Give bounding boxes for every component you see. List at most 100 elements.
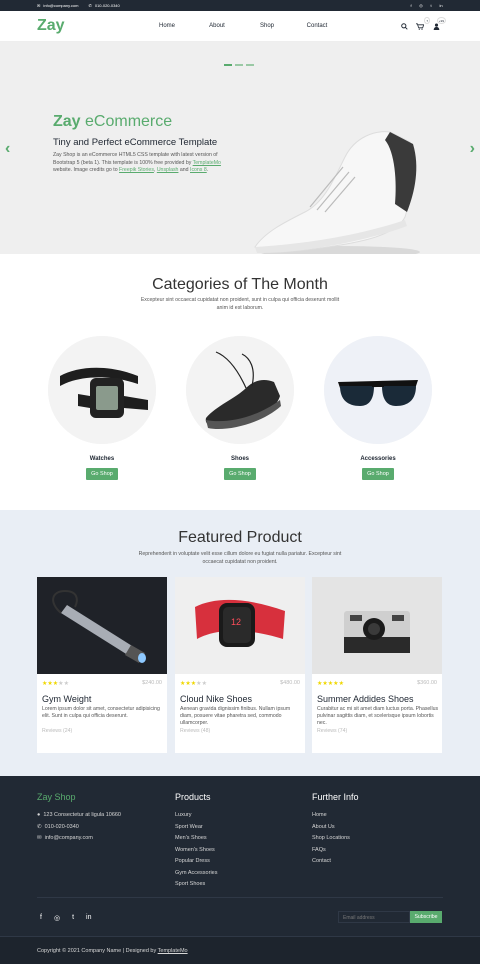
subscribe-button[interactable]: Subscribe (410, 911, 442, 923)
main-header: Zay Home About Shop Contact 7 +99 (0, 11, 480, 42)
hero-title: Zay eCommerce (53, 113, 173, 130)
footer-link[interactable]: Women's Shoes (175, 845, 217, 857)
rating-stars: ★★★★★ (180, 681, 207, 687)
user-icon[interactable]: +99 (432, 17, 446, 30)
section-subtitle: Reprehenderit in voluptate velit esse ci… (138, 551, 342, 565)
footer-email[interactable]: ✉ info@company.com (37, 833, 121, 845)
unsplash-link[interactable]: Unsplash (157, 167, 179, 173)
categories-section: Categories of The Month Excepteur sint o… (0, 254, 480, 510)
main-nav: Home About Shop Contact (142, 23, 342, 29)
linkedin-icon[interactable]: in (86, 914, 91, 922)
hero-subtitle: Tiny and Perfect eCommerce Template (53, 137, 218, 148)
product-title[interactable]: Summer Addides Shoes (317, 694, 414, 704)
phone-icon: ✆ (37, 823, 42, 830)
templatemo-link[interactable]: TemplateMo (158, 948, 188, 954)
footer: Zay Shop ● 123 Consectetur at ligula 1066… (0, 776, 480, 964)
category-accessories: Accessories Go Shop (324, 336, 432, 480)
camera-image[interactable] (312, 577, 442, 674)
shoes-image[interactable] (186, 336, 294, 444)
search-icon[interactable] (400, 22, 408, 30)
facebook-icon[interactable]: f (409, 3, 413, 8)
footer-address: ● 123 Consectetur at ligula 10660 (37, 810, 121, 822)
phone-icon: ✆ (88, 3, 92, 8)
nav-home[interactable]: Home (142, 23, 192, 29)
product-reviews: Reviews (48) (180, 728, 211, 734)
go-shop-button[interactable]: Go Shop (224, 468, 256, 480)
product-card[interactable]: ★★★★★ $360.00 Summer Addides Shoes Curab… (312, 577, 442, 753)
copyright: Copyright © 2021 Company Name | Designed… (37, 948, 188, 954)
footer-divider (37, 897, 443, 898)
product-price: $480.00 (280, 680, 300, 686)
newsletter-email-input[interactable]: Email address (338, 911, 410, 923)
section-subtitle: Excepteur sint occaecat cupidatat non pr… (140, 297, 340, 311)
nav-shop[interactable]: Shop (242, 23, 292, 29)
watch-image[interactable] (48, 336, 156, 444)
cart-badge: 7 (424, 17, 430, 24)
flashlight-image[interactable] (37, 577, 167, 674)
chevron-right-icon[interactable]: › (470, 140, 475, 158)
map-pin-icon: ● (37, 812, 41, 818)
footer-link[interactable]: Home (312, 810, 359, 822)
product-description: Curabitur ac mi sit amet diam luctus por… (317, 706, 439, 727)
smartwatch-image[interactable]: 12 (175, 577, 305, 674)
footer-phone[interactable]: ✆ 010-020-0340 (37, 822, 121, 834)
instagram-icon[interactable]: ◎ (54, 914, 60, 922)
product-price: $240.00 (142, 680, 162, 686)
product-description: Aenean gravida dignissim finibus. Nullam… (180, 706, 291, 727)
rating-stars: ★★★★★ (317, 681, 344, 687)
chevron-left-icon[interactable]: ‹ (5, 140, 10, 158)
footer-link[interactable]: Shop Locations (312, 833, 359, 845)
svg-text:12: 12 (231, 617, 241, 627)
icons8-link[interactable]: Icons 8 (190, 167, 207, 173)
product-description: Lorem ipsum dolor sit amet, consectetur … (42, 706, 160, 720)
featured-section: Featured Product Reprehenderit in volupt… (0, 510, 480, 776)
sneaker-image (254, 131, 420, 258)
footer-social: f ◎ t in (40, 914, 91, 922)
sunglasses-image[interactable] (324, 336, 432, 444)
phone-contact[interactable]: ✆ 010-020-0340 (88, 3, 119, 8)
footer-link[interactable]: About Us (312, 822, 359, 834)
user-badge: +99 (436, 17, 446, 24)
footer-link[interactable]: Men's Shoes (175, 833, 217, 845)
linkedin-icon[interactable]: in (439, 3, 443, 8)
envelope-icon: ✉ (37, 3, 41, 8)
carousel-indicators[interactable] (224, 64, 254, 66)
nav-about[interactable]: About (192, 23, 242, 29)
go-shop-button[interactable]: Go Shop (86, 468, 118, 480)
footer-link[interactable]: Luxury (175, 810, 217, 822)
footer-link[interactable]: Sport Wear (175, 822, 217, 834)
email-contact[interactable]: ✉ info@company.com (37, 3, 78, 8)
product-reviews: Reviews (74) (317, 728, 348, 734)
product-card[interactable]: 12 ★★★★★ $480.00 Cloud Nike Shoes Aenean… (175, 577, 305, 753)
freepik-link[interactable]: Freepik Stories (119, 167, 154, 173)
cart-icon[interactable]: 7 (416, 17, 430, 30)
hero-carousel: ‹ › Zay eCommerce Tiny and Perfect eComm… (0, 42, 480, 258)
footer-brand-column: Zay Shop ● 123 Consectetur at ligula 1066… (37, 792, 121, 845)
hero-description: Zay Shop is an eCommerce HTML5 CSS templ… (53, 152, 221, 174)
twitter-icon[interactable]: t (429, 3, 433, 8)
category-shoes: Shoes Go Shop (186, 336, 294, 480)
product-card[interactable]: ★★★★★ $240.00 Gym Weight Lorem ipsum dol… (37, 577, 167, 753)
top-bar: ✉ info@company.com ✆ 010-020-0340 f ◎ t in (0, 0, 480, 11)
rating-stars: ★★★★★ (42, 681, 69, 687)
instagram-icon[interactable]: ◎ (419, 3, 423, 8)
footer-link[interactable]: Popular Dress (175, 856, 217, 868)
footer-products-column: Products Luxury Sport Wear Men's Shoes W… (175, 792, 217, 891)
footer-link[interactable]: Sport Shoes (175, 879, 217, 891)
footer-bottom: Copyright © 2021 Company Name | Designed… (0, 936, 480, 964)
product-title[interactable]: Cloud Nike Shoes (180, 694, 252, 704)
envelope-icon: ✉ (37, 835, 42, 841)
facebook-icon[interactable]: f (40, 914, 42, 922)
footer-brand: Zay Shop (37, 792, 76, 802)
footer-link[interactable]: FAQs (312, 845, 359, 857)
logo[interactable]: Zay (37, 17, 97, 35)
go-shop-button[interactable]: Go Shop (362, 468, 394, 480)
templatemo-link[interactable]: TemplateMo (193, 160, 221, 166)
product-title[interactable]: Gym Weight (42, 694, 91, 704)
footer-link[interactable]: Gym Accessories (175, 868, 217, 880)
nav-contact[interactable]: Contact (292, 23, 342, 29)
twitter-icon[interactable]: t (72, 914, 74, 922)
footer-link[interactable]: Contact (312, 856, 359, 868)
product-price: $360.00 (417, 680, 437, 686)
section-title: Categories of The Month (152, 276, 328, 293)
